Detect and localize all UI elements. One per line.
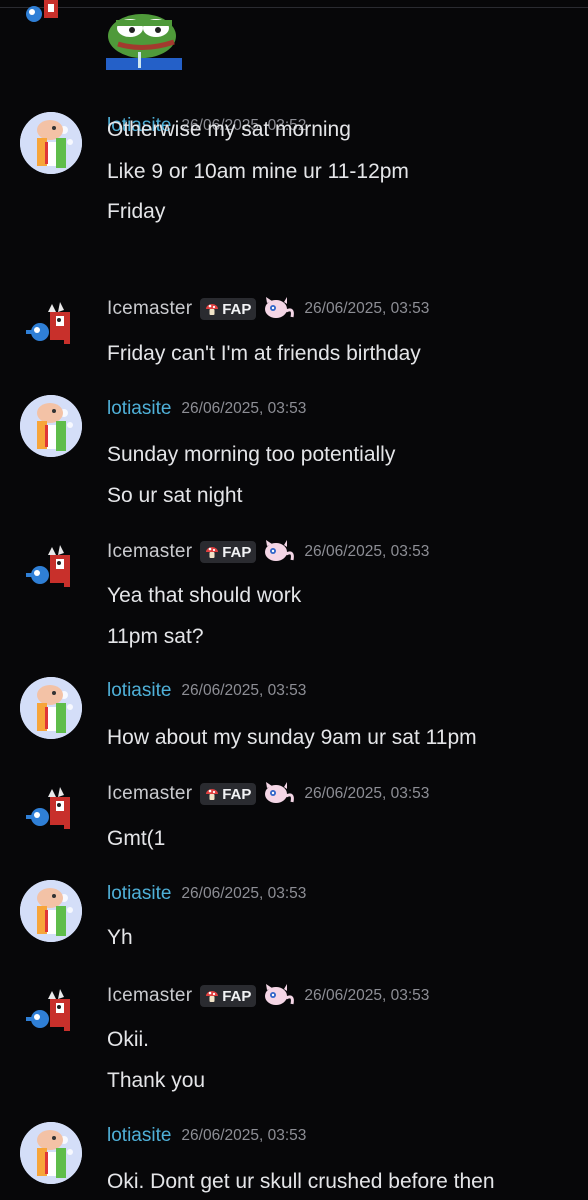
mushroom-icon: [205, 302, 219, 316]
lotiasite-avatar[interactable]: [20, 1122, 82, 1184]
message-timestamp: 26/06/2025, 03:53: [304, 785, 430, 802]
author-name[interactable]: Icemaster: [107, 985, 192, 1007]
guild-tag[interactable]: FAP: [200, 985, 257, 1007]
message-timestamp: 26/06/2025, 03:53: [304, 987, 430, 1004]
message-header: lotiasite 26/06/2025, 03:53: [107, 397, 306, 421]
message-text: Thank you: [107, 1069, 206, 1092]
icemaster-avatar[interactable]: [20, 294, 82, 356]
mew-icon: [262, 540, 295, 564]
mew-icon: [262, 984, 295, 1008]
message-header: lotiasite 26/06/2025, 03:53: [107, 1124, 306, 1148]
author-name[interactable]: Icemaster: [107, 783, 192, 805]
message-text: Friday can't I'm at friends birthday: [107, 342, 421, 365]
author-name-rest: cemaster: [112, 541, 193, 562]
message-text: Otherwise my sat morning: [107, 118, 351, 141]
message-text: Sunday morning too potentially: [107, 443, 396, 466]
message-text: Yea that should work: [107, 584, 302, 607]
author-name[interactable]: lotiasite: [107, 1125, 171, 1147]
lotiasite-avatar[interactable]: [20, 395, 82, 457]
message-text: Friday: [107, 200, 166, 223]
message-timestamp: 26/06/2025, 03:53: [304, 543, 430, 560]
message-text: Yh: [107, 926, 133, 949]
mushroom-icon: [205, 989, 219, 1003]
mew-icon: [262, 782, 295, 806]
lotiasite-avatar[interactable]: [20, 880, 82, 942]
message-timestamp: 26/06/2025, 03:53: [181, 885, 307, 902]
message-header: Icemaster FAP 26/06/2025, 03:53: [107, 540, 429, 564]
guild-tag-label: FAP: [222, 785, 252, 803]
message-header: Icemaster FAP 26/06/2025, 03:53: [107, 782, 429, 806]
message-header: Icemaster FAP 26/06/2025, 03:53: [107, 297, 429, 321]
guild-tag-label: FAP: [222, 300, 252, 318]
icemaster-avatar[interactable]: [20, 981, 82, 1043]
guild-tag-label: FAP: [222, 543, 252, 561]
message-timestamp: 26/06/2025, 03:53: [181, 682, 307, 699]
top-divider: [0, 7, 588, 8]
message-text: How about my sunday 9am ur sat 11pm: [107, 726, 477, 749]
author-name-rest: cemaster: [112, 783, 193, 804]
lotiasite-avatar[interactable]: [20, 677, 82, 739]
guild-tag[interactable]: FAP: [200, 541, 257, 563]
guild-tag[interactable]: FAP: [200, 783, 257, 805]
guild-tag-label: FAP: [222, 987, 252, 1005]
message-timestamp: 26/06/2025, 03:53: [181, 1127, 307, 1144]
author-name[interactable]: Icemaster: [107, 298, 192, 320]
icemaster-avatar[interactable]: [20, 779, 82, 841]
message-timestamp: 26/06/2025, 03:53: [181, 400, 307, 417]
message-header: lotiasite 26/06/2025, 03:53: [107, 679, 306, 703]
author-name-rest: cemaster: [112, 985, 193, 1006]
mushroom-icon: [205, 545, 219, 559]
message-timestamp: 26/06/2025, 03:53: [304, 300, 430, 317]
mew-icon: [262, 297, 295, 321]
author-name[interactable]: lotiasite: [107, 398, 171, 420]
partial-avatar[interactable]: [22, 0, 72, 28]
message-text: Oki. Dont get ur skull crushed before th…: [107, 1170, 495, 1193]
pepe-frog-icon: [106, 14, 182, 70]
message-header: lotiasite 26/06/2025, 03:53: [107, 882, 306, 906]
message-text: Like 9 or 10am mine ur 11-12pm: [107, 160, 409, 183]
icemaster-avatar[interactable]: [20, 537, 82, 599]
message-header: Icemaster FAP 26/06/2025, 03:53: [107, 984, 429, 1008]
lotiasite-avatar[interactable]: [20, 112, 82, 174]
message-text: 11pm sat?: [107, 625, 204, 648]
author-name[interactable]: Icemaster: [107, 541, 192, 563]
guild-tag[interactable]: FAP: [200, 298, 257, 320]
message-text: Okii.: [107, 1028, 149, 1051]
message-text: So ur sat night: [107, 484, 243, 507]
mushroom-icon: [205, 787, 219, 801]
author-name[interactable]: lotiasite: [107, 883, 171, 905]
message-text: Gmt(1: [107, 827, 166, 850]
author-name-rest: cemaster: [112, 298, 193, 319]
author-name[interactable]: lotiasite: [107, 680, 171, 702]
